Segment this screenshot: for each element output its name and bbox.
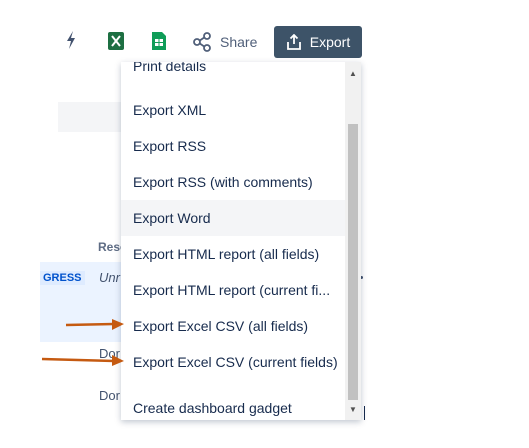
menu-separator	[121, 84, 345, 92]
menu-item-export-html-all[interactable]: Export HTML report (all fields)	[121, 236, 345, 272]
menu-item-export-csv-all[interactable]: Export Excel CSV (all fields)	[121, 308, 345, 344]
scroll-up-arrow-icon[interactable]: ▲	[345, 66, 361, 82]
resolution-value: Dor	[99, 388, 120, 403]
scrollbar-thumb[interactable]	[348, 124, 358, 400]
menu-item-export-word[interactable]: Export Word	[121, 200, 345, 236]
menu-item-export-html-current[interactable]: Export HTML report (current fi...	[121, 272, 345, 308]
menu-item-create-gadget[interactable]: Create dashboard gadget	[121, 390, 345, 420]
background-search-bar	[58, 102, 128, 132]
annotation-arrow-icon	[65, 319, 124, 330]
status-badge: GRESS	[40, 271, 85, 285]
menu-item-print-details[interactable]: Print details	[121, 62, 345, 84]
resolution-value: Unr	[99, 270, 120, 285]
export-button[interactable]: Export	[274, 26, 362, 58]
share-button[interactable]: Share	[192, 26, 264, 58]
export-label: Export	[309, 34, 351, 50]
menu-separator	[121, 380, 345, 390]
share-icon	[193, 32, 211, 52]
menu-item-export-xml[interactable]: Export XML	[121, 92, 345, 128]
upload-icon	[286, 34, 301, 50]
menu-item-export-csv-current[interactable]: Export Excel CSV (current fields)	[121, 344, 345, 380]
annotation-arrow-icon	[41, 355, 124, 366]
menu-item-export-rss[interactable]: Export RSS	[121, 128, 345, 164]
menu-item-export-rss-comments[interactable]: Export RSS (with comments)	[121, 164, 345, 200]
text-cursor	[364, 406, 365, 420]
export-dropdown-menu: Print details Export XML Export RSS Expo…	[121, 62, 361, 420]
menu-scrollbar[interactable]: ▲ ▼	[345, 62, 361, 420]
scroll-down-arrow-icon[interactable]: ▼	[345, 402, 361, 418]
sheets-icon[interactable]	[152, 32, 166, 50]
bolt-icon[interactable]	[64, 30, 78, 50]
excel-icon[interactable]	[108, 32, 124, 50]
share-label: Share	[220, 34, 258, 50]
export-menu-list: Print details Export XML Export RSS Expo…	[121, 62, 345, 420]
